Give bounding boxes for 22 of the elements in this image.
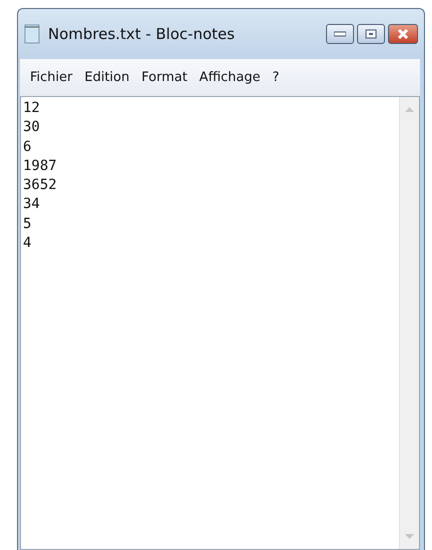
close-button[interactable]: [388, 24, 418, 44]
close-icon: [397, 28, 409, 40]
text-line: 34: [23, 195, 40, 214]
text-line: 6: [23, 138, 32, 157]
minimize-button[interactable]: [326, 24, 354, 44]
text-line: 30: [23, 118, 40, 138]
menu-item[interactable]: Affichage: [193, 68, 266, 87]
text-line: 3652: [23, 176, 57, 196]
menu-item[interactable]: Fichier: [24, 68, 78, 87]
menu-item[interactable]: ?: [266, 68, 286, 87]
window-title: Nombres.txt - Bloc-notes: [48, 25, 236, 43]
maximize-button[interactable]: [357, 24, 385, 44]
menu-item[interactable]: Edition: [78, 68, 136, 87]
text-line: 5: [23, 214, 32, 234]
minimize-icon: [334, 31, 346, 37]
text-line: 4: [23, 234, 32, 254]
text-line: 1987: [23, 156, 57, 176]
notepad-icon: [24, 24, 40, 44]
maximize-icon: [365, 29, 377, 39]
menu-item[interactable]: Format: [135, 68, 194, 87]
text-line: 12: [23, 99, 40, 118]
text-area[interactable]: 12 30 6 1987 3652 34 5 4: [20, 96, 420, 550]
